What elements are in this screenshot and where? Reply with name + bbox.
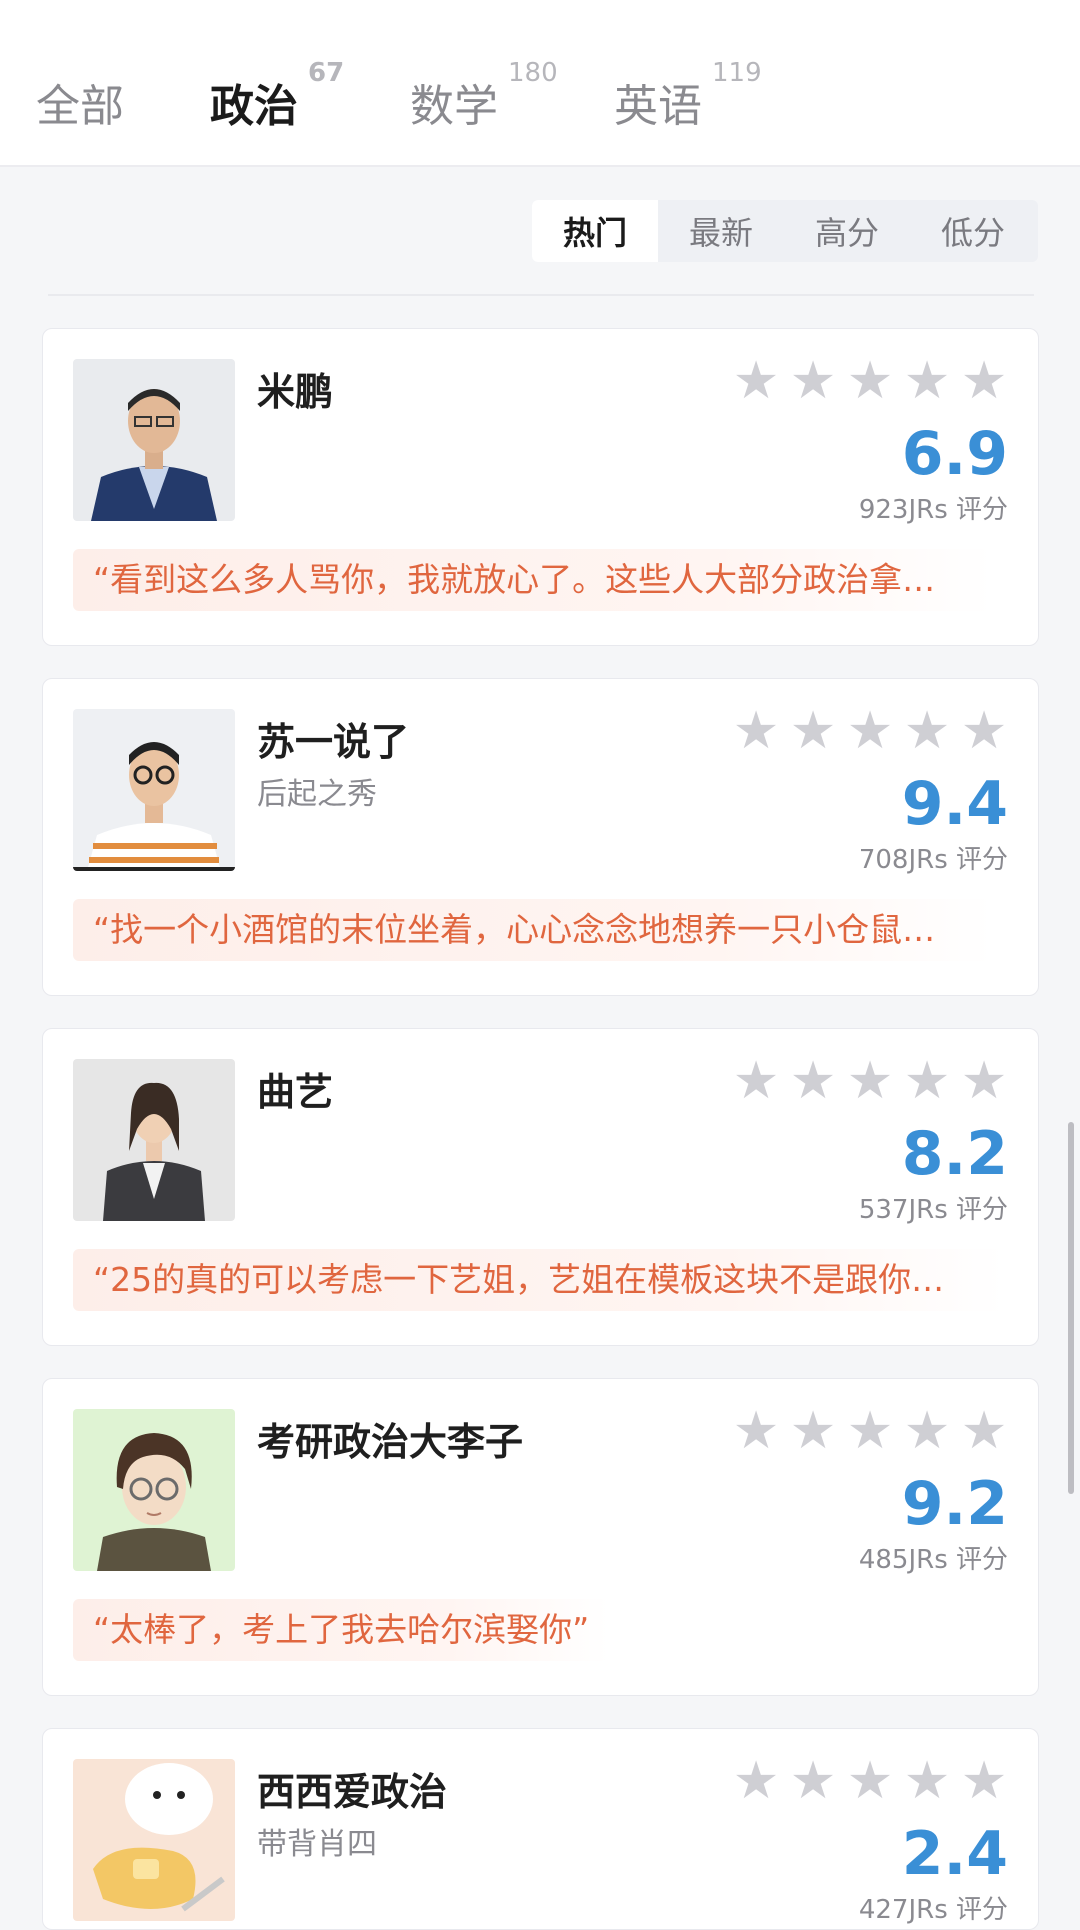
rating-count: 708JRs 评分	[858, 845, 1008, 875]
star-icon: ★	[732, 1051, 780, 1111]
star-icon: ★	[789, 1401, 837, 1461]
sort-low-score-button[interactable]: 低分	[910, 200, 1036, 262]
score: 9.4	[901, 769, 1008, 839]
star-rating: ★ ★ ★ ★ ★	[732, 701, 1008, 761]
star-rating: ★ ★ ★ ★ ★	[732, 351, 1008, 411]
tab-count: 180	[508, 58, 558, 88]
rating-count: 427JRs 评分	[858, 1895, 1008, 1925]
star-icon: ★	[960, 351, 1008, 411]
star-icon: ★	[732, 1401, 780, 1461]
sort-segmented-control: 热门 最新 高分 低分	[532, 200, 1038, 262]
star-icon: ★	[903, 351, 951, 411]
category-tab-bar: 全部 政治 67 数学 180 英语 119	[0, 0, 1080, 167]
rating-count: 923JRs 评分	[858, 495, 1008, 525]
rating-count: 537JRs 评分	[858, 1195, 1008, 1225]
teacher-card[interactable]: 考研政治大李子 ★ ★ ★ ★ ★ 9.2 485JRs 评分 “太棒了，考上了…	[42, 1378, 1039, 1696]
star-icon: ★	[903, 1751, 951, 1811]
tab-all[interactable]: 全部	[36, 70, 124, 134]
star-icon: ★	[846, 1051, 894, 1111]
teacher-card[interactable]: 苏一说了 后起之秀 ★ ★ ★ ★ ★ 9.4 708JRs 评分 “找一个小酒…	[42, 678, 1039, 996]
score: 2.4	[901, 1819, 1008, 1889]
top-comment: “太棒了，考上了我去哈尔滨娶你”	[73, 1599, 610, 1661]
tab-count: 119	[712, 58, 762, 88]
teacher-tagline: 后起之秀	[257, 777, 377, 812]
tab-english[interactable]: 英语 119	[614, 58, 762, 134]
score: 6.9	[901, 419, 1008, 489]
star-icon: ★	[960, 1401, 1008, 1461]
teacher-name: 米鹏	[257, 370, 334, 414]
top-comment: “25的真的可以考虑一下艺姐，艺姐在模板这块不是跟你…	[73, 1249, 1005, 1311]
star-rating: ★ ★ ★ ★ ★	[732, 1401, 1008, 1461]
teacher-card[interactable]: 西西爱政治 带背肖四 ★ ★ ★ ★ ★ 2.4 427JRs 评分	[42, 1728, 1039, 1930]
star-icon: ★	[732, 1751, 780, 1811]
tab-label: 全部	[36, 81, 124, 132]
tab-politics[interactable]: 政治 67	[210, 58, 344, 134]
star-icon: ★	[903, 701, 951, 761]
star-icon: ★	[960, 701, 1008, 761]
star-icon: ★	[789, 701, 837, 761]
teacher-tagline: 带背肖四	[257, 1827, 377, 1862]
star-icon: ★	[789, 1751, 837, 1811]
star-rating: ★ ★ ★ ★ ★	[732, 1051, 1008, 1111]
star-rating: ★ ★ ★ ★ ★	[732, 1751, 1008, 1811]
teacher-card[interactable]: 米鹏 ★ ★ ★ ★ ★ 6.9 923JRs 评分 “看到这么多人骂你，我就放…	[42, 328, 1039, 646]
rating-count: 485JRs 评分	[858, 1545, 1008, 1575]
sort-newest-button[interactable]: 最新	[658, 200, 784, 262]
tab-label: 政治	[210, 81, 298, 132]
teacher-name: 曲艺	[257, 1070, 334, 1114]
tab-label: 数学	[410, 81, 498, 132]
top-comment: “找一个小酒馆的末位坐着，心心念念地想养一只小仓鼠…	[73, 899, 993, 961]
star-icon: ★	[846, 701, 894, 761]
star-icon: ★	[846, 1751, 894, 1811]
avatar	[73, 1759, 235, 1921]
star-icon: ★	[903, 1051, 951, 1111]
star-icon: ★	[960, 1051, 1008, 1111]
tab-count: 67	[308, 58, 345, 88]
teacher-name: 考研政治大李子	[257, 1420, 524, 1464]
avatar	[73, 709, 235, 871]
star-icon: ★	[846, 351, 894, 411]
teacher-card[interactable]: 曲艺 ★ ★ ★ ★ ★ 8.2 537JRs 评分 “25的真的可以考虑一下艺…	[42, 1028, 1039, 1346]
scrollbar[interactable]	[1068, 1122, 1074, 1494]
star-icon: ★	[789, 1051, 837, 1111]
section-divider	[48, 294, 1034, 296]
star-icon: ★	[846, 1401, 894, 1461]
star-icon: ★	[732, 701, 780, 761]
score: 9.2	[901, 1469, 1008, 1539]
sort-hot-button[interactable]: 热门	[532, 200, 658, 262]
star-icon: ★	[960, 1751, 1008, 1811]
star-icon: ★	[903, 1401, 951, 1461]
top-comment: “看到这么多人骂你，我就放心了。这些人大部分政治拿…	[73, 549, 993, 611]
sort-high-score-button[interactable]: 高分	[784, 200, 910, 262]
teacher-name: 苏一说了	[257, 720, 410, 764]
avatar	[73, 359, 235, 521]
star-icon: ★	[732, 351, 780, 411]
tab-math[interactable]: 数学 180	[410, 58, 558, 134]
teacher-name: 西西爱政治	[257, 1770, 448, 1814]
avatar	[73, 1409, 235, 1571]
tab-label: 英语	[614, 81, 702, 132]
star-icon: ★	[789, 351, 837, 411]
avatar	[73, 1059, 235, 1221]
score: 8.2	[901, 1119, 1008, 1189]
